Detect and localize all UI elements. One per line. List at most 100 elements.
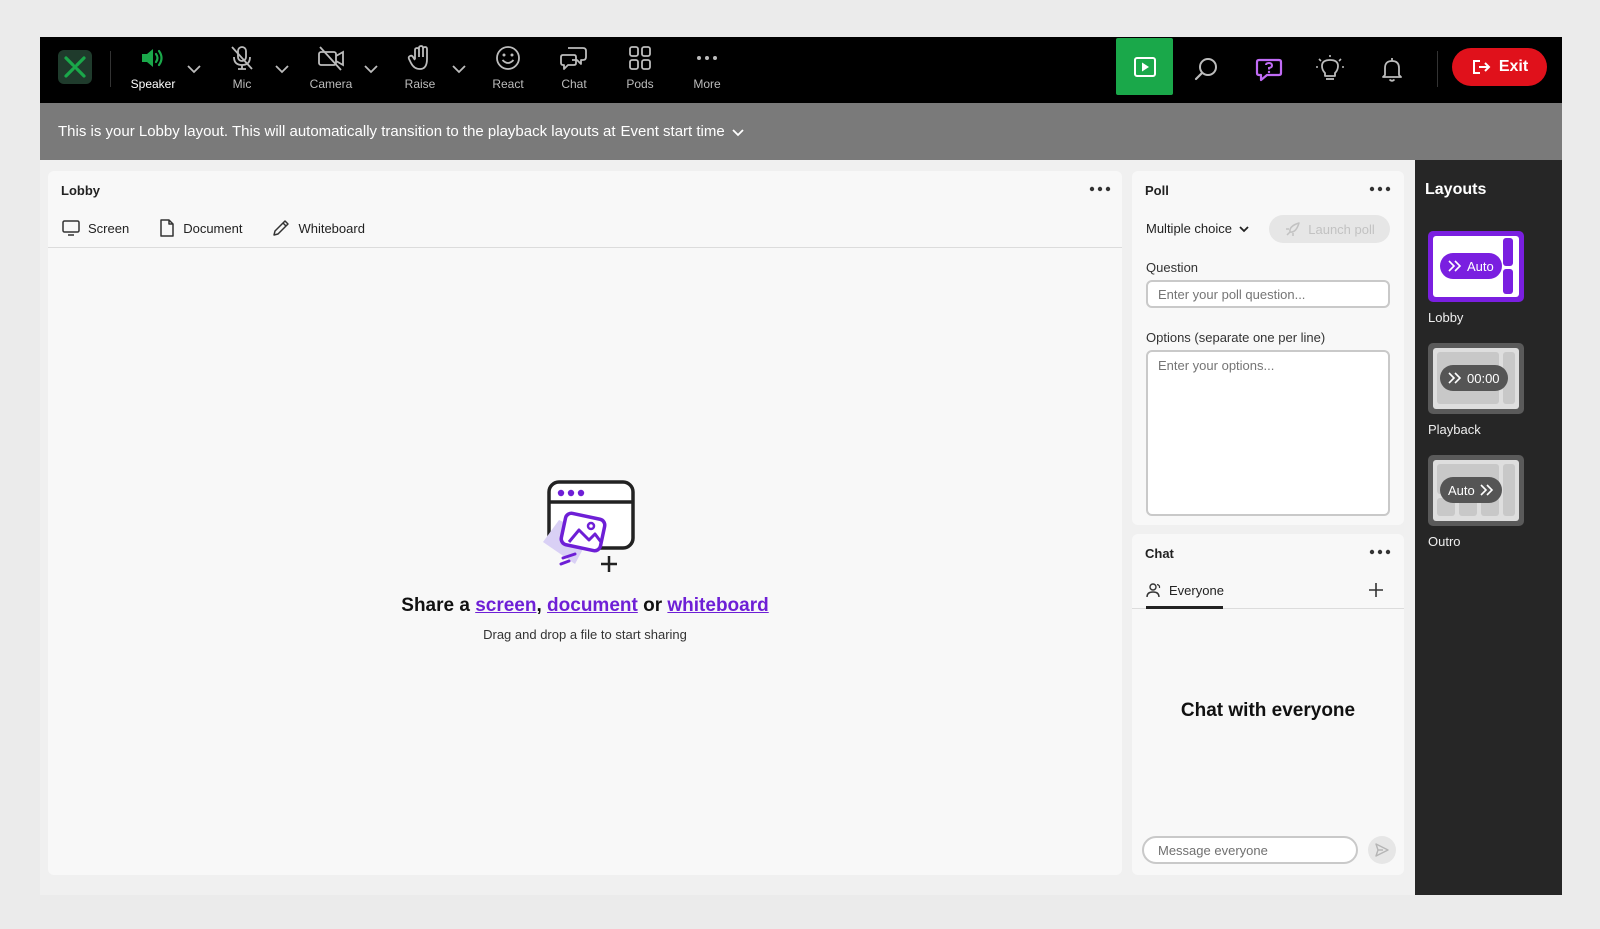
share-prefix: Share a [401,595,470,616]
monitor-icon [62,220,80,236]
send-button[interactable] [1368,836,1396,864]
tab-label: Whiteboard [298,220,365,236]
pods-label: Pods [626,77,654,91]
layout-name: Lobby [1428,310,1464,325]
more-button[interactable]: More [677,43,737,97]
more-dots-icon [692,43,722,73]
pods-button[interactable]: Pods [610,43,670,97]
search-icon [1194,58,1217,81]
qna-button[interactable] [1250,50,1288,88]
mic-chevron-down-icon[interactable] [274,61,290,77]
toolbar-separator [110,51,111,87]
camera-chevron-down-icon[interactable] [363,61,379,77]
share-document-tab[interactable]: Document [159,219,242,237]
speaker-button[interactable]: Speaker [123,43,183,97]
tab-label: Document [183,220,243,236]
notifications-button[interactable] [1373,50,1411,88]
chat-label: Chat [561,77,587,91]
chevron-down-icon [1239,225,1249,232]
transition-time-value: Event start time [620,123,725,140]
play-icon [1133,56,1156,77]
start-event-button[interactable] [1116,38,1173,95]
layout-name: Outro [1428,534,1461,549]
layout-pill: 00:00 [1440,365,1508,391]
layout-card-lobby[interactable]: Auto [1428,231,1524,302]
app-window: Speaker Mic Camera Raise React Chat Pods… [40,37,1562,895]
chat-tab-label: Everyone [1169,582,1224,598]
chat-bubbles-icon [559,43,589,73]
speaker-label: Speaker [130,77,176,91]
people-icon [1146,583,1161,598]
exit-button[interactable]: Exit [1452,48,1547,86]
exit-door-icon [1472,60,1491,74]
options-textarea[interactable] [1146,350,1390,516]
ideas-button[interactable] [1311,50,1349,88]
bell-icon [1382,58,1402,82]
share-whiteboard-tab[interactable]: Whiteboard [272,219,365,237]
camera-button[interactable]: Camera [301,43,361,97]
share-or: or [643,595,663,616]
share-screen-link[interactable]: screen [475,595,536,616]
raise-chevron-down-icon[interactable] [451,61,467,77]
camera-off-icon [316,43,346,73]
more-options-icon[interactable] [1088,181,1112,197]
send-icon [1375,843,1389,857]
share-type-tabs: Screen Document Whiteboard [62,219,365,237]
speaker-chevron-down-icon[interactable] [186,61,202,77]
search-button[interactable] [1188,50,1226,88]
more-options-icon[interactable] [1368,181,1392,197]
layouts-rail: Layouts Auto Lobby 00:00 Playback Auto O… [1415,160,1562,895]
pod-title: Chat [1145,546,1174,561]
more-options-icon[interactable] [1368,544,1392,560]
message-input[interactable]: Message everyone [1142,836,1358,864]
share-comma: , [536,595,542,616]
pencil-icon [273,220,290,236]
raise-hand-button[interactable]: Raise [390,43,450,97]
share-empty-state: Share a screen, document or whiteboard D… [48,476,1122,642]
raise-hand-icon [405,43,435,73]
question-input[interactable] [1146,280,1390,308]
rocket-icon [1286,222,1300,236]
add-chat-icon[interactable] [1367,581,1385,599]
chat-empty-state: Chat with everyone [1180,700,1356,721]
share-illustration-icon [543,480,635,572]
pod-title: Lobby [61,183,100,198]
react-button[interactable]: React [478,43,538,97]
transition-time-select[interactable]: Event start time [621,123,745,140]
share-whiteboard-link[interactable]: whiteboard [667,595,768,616]
exit-label: Exit [1498,58,1529,75]
app-logo-icon [58,50,92,84]
layout-card-outro[interactable]: Auto [1428,455,1524,526]
options-label: Options (separate one per line) [1146,330,1326,345]
mic-button[interactable]: Mic [212,43,272,97]
poll-pod: Poll Multiple choice Launch poll Questio… [1132,171,1404,525]
share-heading: Share a screen, document or whiteboard [48,595,1122,617]
raise-label: Raise [404,77,436,91]
share-pod: Lobby Screen Document Whiteboard Share a… [48,171,1122,875]
chat-tab-everyone[interactable]: Everyone [1146,582,1224,598]
double-chevron-right-icon [1448,260,1462,272]
qna-chat-icon [1255,58,1283,82]
mic-off-icon [227,43,257,73]
launch-poll-button[interactable]: Launch poll [1269,215,1390,243]
share-document-link[interactable]: document [547,595,638,616]
grid-icon [625,43,655,73]
tabs-divider [48,247,1122,248]
chat-button[interactable]: Chat [544,43,604,97]
double-chevron-right-icon [1480,484,1493,496]
poll-type-value: Multiple choice [1146,221,1232,236]
smiley-icon [493,43,523,73]
lobby-layout-banner: This is your Lobby layout. This will aut… [40,103,1562,160]
banner-text: This is your Lobby layout. This will aut… [58,123,616,140]
layout-name: Playback [1428,422,1481,437]
layout-card-playback[interactable]: 00:00 [1428,343,1524,414]
pod-title: Poll [1145,183,1169,198]
share-screen-tab[interactable]: Screen [62,219,129,237]
top-toolbar: Speaker Mic Camera Raise React Chat Pods… [40,37,1562,103]
layout-pill-label: Auto [1448,482,1475,498]
layout-pill: Auto [1440,477,1502,503]
share-hint: Drag and drop a file to start sharing [483,627,687,642]
poll-type-select[interactable]: Multiple choice [1146,221,1250,236]
layout-pill-label: 00:00 [1467,370,1500,386]
lightbulb-icon [1316,55,1344,80]
